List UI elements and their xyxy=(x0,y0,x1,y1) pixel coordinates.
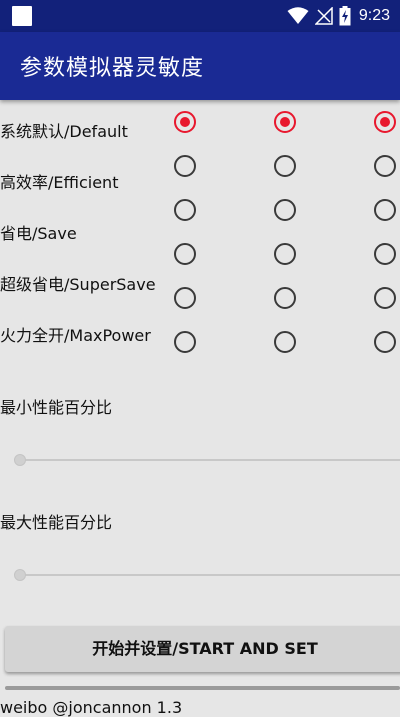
radio-default-col1[interactable] xyxy=(174,111,196,133)
horizontal-scrollbar[interactable] xyxy=(5,686,400,690)
radio-maxpower-col2[interactable] xyxy=(274,287,296,309)
status-icons: 9:23 xyxy=(287,5,390,27)
min-perf-track[interactable] xyxy=(20,459,400,461)
radio-save-col2[interactable] xyxy=(274,199,296,221)
wifi-icon xyxy=(287,7,309,24)
radio-maxpower-col3[interactable] xyxy=(374,287,396,309)
min-perf-label: 最小性能百分比 xyxy=(0,398,113,417)
radio-maxpower-col1[interactable] xyxy=(174,287,196,309)
radio-supersave-col1[interactable] xyxy=(174,243,196,265)
notification-square-icon xyxy=(12,6,32,26)
max-perf-label: 最大性能百分比 xyxy=(0,513,113,532)
radio-default-col2[interactable] xyxy=(274,111,296,133)
radio-default-col3[interactable] xyxy=(374,111,396,133)
app-bar: 参数模拟器灵敏度 xyxy=(0,32,400,100)
radio-extra-col3[interactable] xyxy=(374,331,396,353)
mode-label-maxpower: 火力全开/MaxPower xyxy=(0,326,151,345)
radio-save-col1[interactable] xyxy=(174,199,196,221)
signal-off-icon xyxy=(314,7,333,25)
radio-efficient-col3[interactable] xyxy=(374,155,396,177)
status-bar: 9:23 xyxy=(0,0,400,32)
radio-efficient-col1[interactable] xyxy=(174,155,196,177)
radio-save-col3[interactable] xyxy=(374,199,396,221)
mode-label-save: 省电/Save xyxy=(0,224,77,243)
max-perf-track[interactable] xyxy=(20,574,400,576)
mode-label-default: 系统默认/Default xyxy=(0,122,128,141)
radio-extra-col2[interactable] xyxy=(274,331,296,353)
radio-supersave-col2[interactable] xyxy=(274,243,296,265)
start-and-set-button[interactable]: 开始并设置/START AND SET xyxy=(5,626,400,672)
radio-supersave-col3[interactable] xyxy=(374,243,396,265)
max-perf-thumb[interactable] xyxy=(14,569,26,581)
status-time: 9:23 xyxy=(358,7,390,24)
radio-efficient-col2[interactable] xyxy=(274,155,296,177)
mode-label-efficient: 高效率/Efficient xyxy=(0,173,119,192)
mode-label-supersave: 超级省电/SuperSave xyxy=(0,275,156,294)
app-title: 参数模拟器灵敏度 xyxy=(20,56,205,81)
radio-extra-col1[interactable] xyxy=(174,331,196,353)
min-perf-thumb[interactable] xyxy=(14,454,26,466)
battery-charging-icon xyxy=(339,6,351,26)
footer-credit: weibo @joncannon 1.3 xyxy=(0,698,183,717)
